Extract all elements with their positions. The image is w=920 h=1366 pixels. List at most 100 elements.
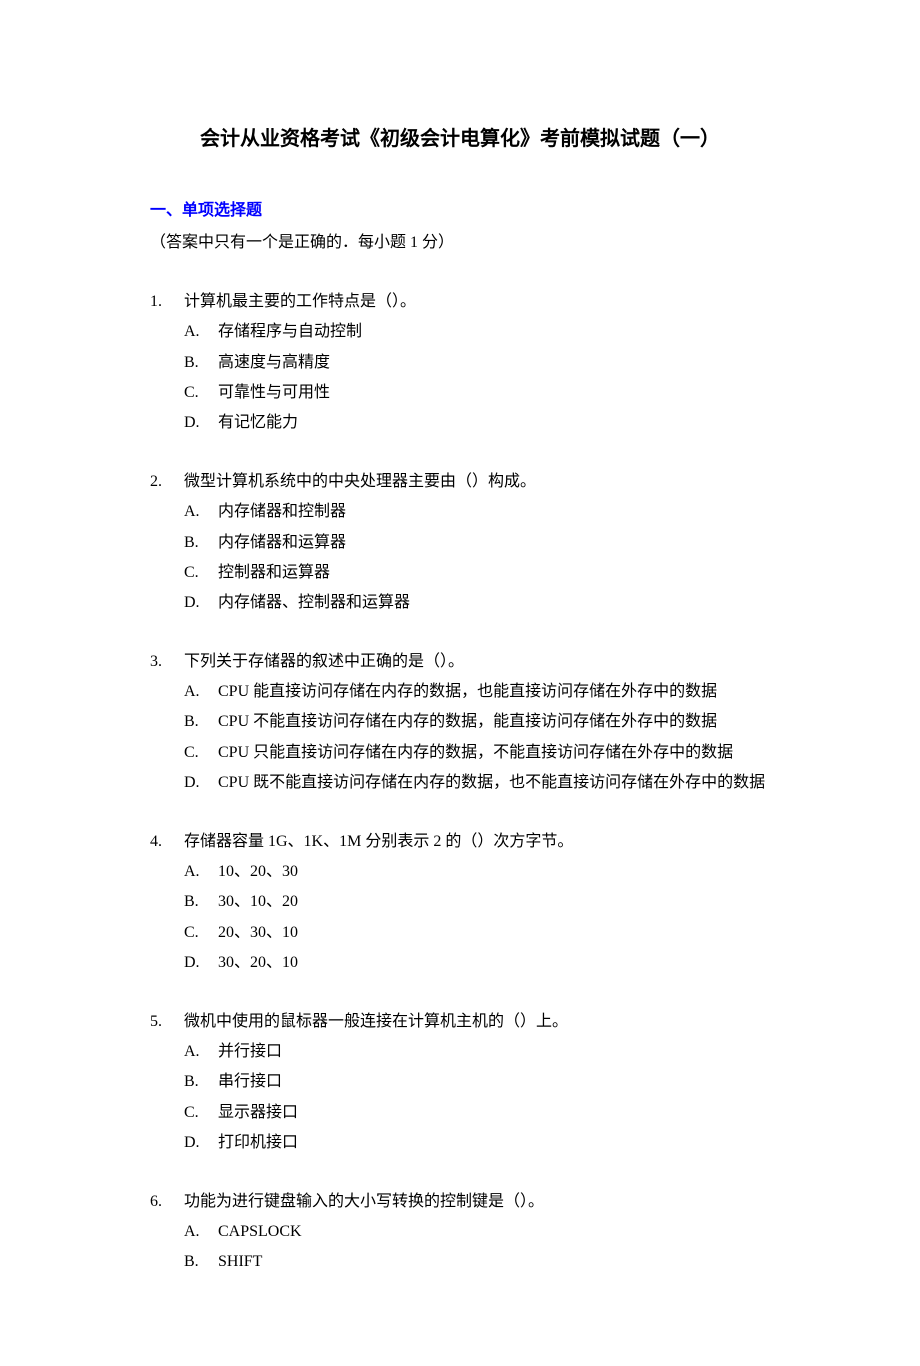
option-text: 可靠性与可用性	[218, 378, 330, 408]
question: 6. 功能为进行键盘输入的大小写转换的控制键是（）。 A.CAPSLOCK B.…	[150, 1187, 770, 1278]
option: D.30、20、10	[184, 948, 770, 978]
question: 3. 下列关于存储器的叙述中正确的是（）。 A.CPU 能直接访问存储在内存的数…	[150, 647, 770, 799]
option-letter: C.	[184, 1098, 218, 1128]
option: B.SHIFT	[184, 1247, 770, 1277]
option-text: CPU 只能直接访问存储在内存的数据，不能直接访问存储在外存中的数据	[218, 738, 733, 768]
option-text: 并行接口	[218, 1037, 282, 1067]
question-text: 下列关于存储器的叙述中正确的是（）。	[184, 647, 464, 677]
option-text: CPU 不能直接访问存储在内存的数据，能直接访问存储在外存中的数据	[218, 707, 717, 737]
option-letter: C.	[184, 918, 218, 948]
question: 4. 存储器容量 1G、1K、1M 分别表示 2 的（）次方字节。 A.10、2…	[150, 827, 770, 979]
options: A.存储程序与自动控制 B.高速度与高精度 C.可靠性与可用性 D.有记忆能力	[150, 317, 770, 439]
option-letter: D.	[184, 1128, 218, 1158]
options: A.并行接口 B.串行接口 C.显示器接口 D.打印机接口	[150, 1037, 770, 1159]
option-text: CPU 能直接访问存储在内存的数据，也能直接访问存储在外存中的数据	[218, 677, 717, 707]
option-text: 打印机接口	[218, 1128, 298, 1158]
option-letter: A.	[184, 1037, 218, 1067]
option: A.10、20、30	[184, 857, 770, 887]
option-letter: D.	[184, 948, 218, 978]
option-text: 内存储器、控制器和运算器	[218, 588, 410, 618]
question-number: 3.	[150, 647, 184, 677]
question-number: 6.	[150, 1187, 184, 1217]
option: D.有记忆能力	[184, 408, 770, 438]
option-letter: A.	[184, 497, 218, 527]
question-stem: 3. 下列关于存储器的叙述中正确的是（）。	[150, 647, 770, 677]
question-text: 微机中使用的鼠标器一般连接在计算机主机的（）上。	[184, 1007, 568, 1037]
option-letter: A.	[184, 677, 218, 707]
option: A.CAPSLOCK	[184, 1217, 770, 1247]
option-letter: C.	[184, 558, 218, 588]
question-text: 存储器容量 1G、1K、1M 分别表示 2 的（）次方字节。	[184, 827, 573, 857]
option-text: 30、20、10	[218, 948, 298, 978]
option-text: 10、20、30	[218, 857, 298, 887]
option-letter: B.	[184, 707, 218, 737]
option-text: 内存储器和控制器	[218, 497, 346, 527]
option-text: CPU 既不能直接访问存储在内存的数据，也不能直接访问存储在外存中的数据	[218, 768, 765, 798]
option-letter: B.	[184, 1247, 218, 1277]
option-letter: D.	[184, 408, 218, 438]
option-text: 串行接口	[218, 1067, 282, 1097]
option-text: 控制器和运算器	[218, 558, 330, 588]
option: C.可靠性与可用性	[184, 378, 770, 408]
option-text: 内存储器和运算器	[218, 528, 346, 558]
option-letter: B.	[184, 887, 218, 917]
option: B.CPU 不能直接访问存储在内存的数据，能直接访问存储在外存中的数据	[184, 707, 770, 737]
option-letter: D.	[184, 768, 218, 798]
option-text: CAPSLOCK	[218, 1217, 302, 1247]
option-text: 存储程序与自动控制	[218, 317, 362, 347]
option: B.内存储器和运算器	[184, 528, 770, 558]
options: A.CAPSLOCK B.SHIFT	[150, 1217, 770, 1278]
question-stem: 6. 功能为进行键盘输入的大小写转换的控制键是（）。	[150, 1187, 770, 1217]
option: A.并行接口	[184, 1037, 770, 1067]
option: B.串行接口	[184, 1067, 770, 1097]
question: 5. 微机中使用的鼠标器一般连接在计算机主机的（）上。 A.并行接口 B.串行接…	[150, 1007, 770, 1159]
section-header: 一、单项选择题	[150, 196, 770, 226]
option: A.内存储器和控制器	[184, 497, 770, 527]
exam-title: 会计从业资格考试《初级会计电算化》考前模拟试题（一）	[150, 120, 770, 158]
question-stem: 5. 微机中使用的鼠标器一般连接在计算机主机的（）上。	[150, 1007, 770, 1037]
option: C.显示器接口	[184, 1098, 770, 1128]
option-text: SHIFT	[218, 1247, 262, 1277]
option-letter: A.	[184, 857, 218, 887]
option: C.控制器和运算器	[184, 558, 770, 588]
option-letter: B.	[184, 1067, 218, 1097]
question: 1. 计算机最主要的工作特点是（）。 A.存储程序与自动控制 B.高速度与高精度…	[150, 287, 770, 439]
option-letter: C.	[184, 378, 218, 408]
option-letter: D.	[184, 588, 218, 618]
question-number: 5.	[150, 1007, 184, 1037]
question-stem: 2. 微型计算机系统中的中央处理器主要由（）构成。	[150, 467, 770, 497]
question: 2. 微型计算机系统中的中央处理器主要由（）构成。 A.内存储器和控制器 B.内…	[150, 467, 770, 619]
option: D.CPU 既不能直接访问存储在内存的数据，也不能直接访问存储在外存中的数据	[184, 768, 770, 798]
option-text: 20、30、10	[218, 918, 298, 948]
question-number: 4.	[150, 827, 184, 857]
option: D.打印机接口	[184, 1128, 770, 1158]
option-letter: B.	[184, 528, 218, 558]
questions-container: 1. 计算机最主要的工作特点是（）。 A.存储程序与自动控制 B.高速度与高精度…	[150, 287, 770, 1278]
option: B.高速度与高精度	[184, 348, 770, 378]
option-letter: A.	[184, 1217, 218, 1247]
option-text: 30、10、20	[218, 887, 298, 917]
option-letter: C.	[184, 738, 218, 768]
options: A.CPU 能直接访问存储在内存的数据，也能直接访问存储在外存中的数据 B.CP…	[150, 677, 770, 799]
question-text: 计算机最主要的工作特点是（）。	[184, 287, 416, 317]
option-text: 有记忆能力	[218, 408, 298, 438]
question-number: 2.	[150, 467, 184, 497]
option-letter: A.	[184, 317, 218, 347]
option-letter: B.	[184, 348, 218, 378]
options: A.内存储器和控制器 B.内存储器和运算器 C.控制器和运算器 D.内存储器、控…	[150, 497, 770, 619]
option: A.CPU 能直接访问存储在内存的数据，也能直接访问存储在外存中的数据	[184, 677, 770, 707]
question-stem: 4. 存储器容量 1G、1K、1M 分别表示 2 的（）次方字节。	[150, 827, 770, 857]
question-number: 1.	[150, 287, 184, 317]
question-text: 功能为进行键盘输入的大小写转换的控制键是（）。	[184, 1187, 544, 1217]
option: C.CPU 只能直接访问存储在内存的数据，不能直接访问存储在外存中的数据	[184, 738, 770, 768]
section-note: （答案中只有一个是正确的．每小题 1 分）	[150, 228, 770, 258]
option: C.20、30、10	[184, 918, 770, 948]
option-text: 显示器接口	[218, 1098, 298, 1128]
option-text: 高速度与高精度	[218, 348, 330, 378]
option: D.内存储器、控制器和运算器	[184, 588, 770, 618]
option: A.存储程序与自动控制	[184, 317, 770, 347]
option: B.30、10、20	[184, 887, 770, 917]
question-text: 微型计算机系统中的中央处理器主要由（）构成。	[184, 467, 536, 497]
options: A.10、20、30 B.30、10、20 C.20、30、10 D.30、20…	[150, 857, 770, 979]
question-stem: 1. 计算机最主要的工作特点是（）。	[150, 287, 770, 317]
